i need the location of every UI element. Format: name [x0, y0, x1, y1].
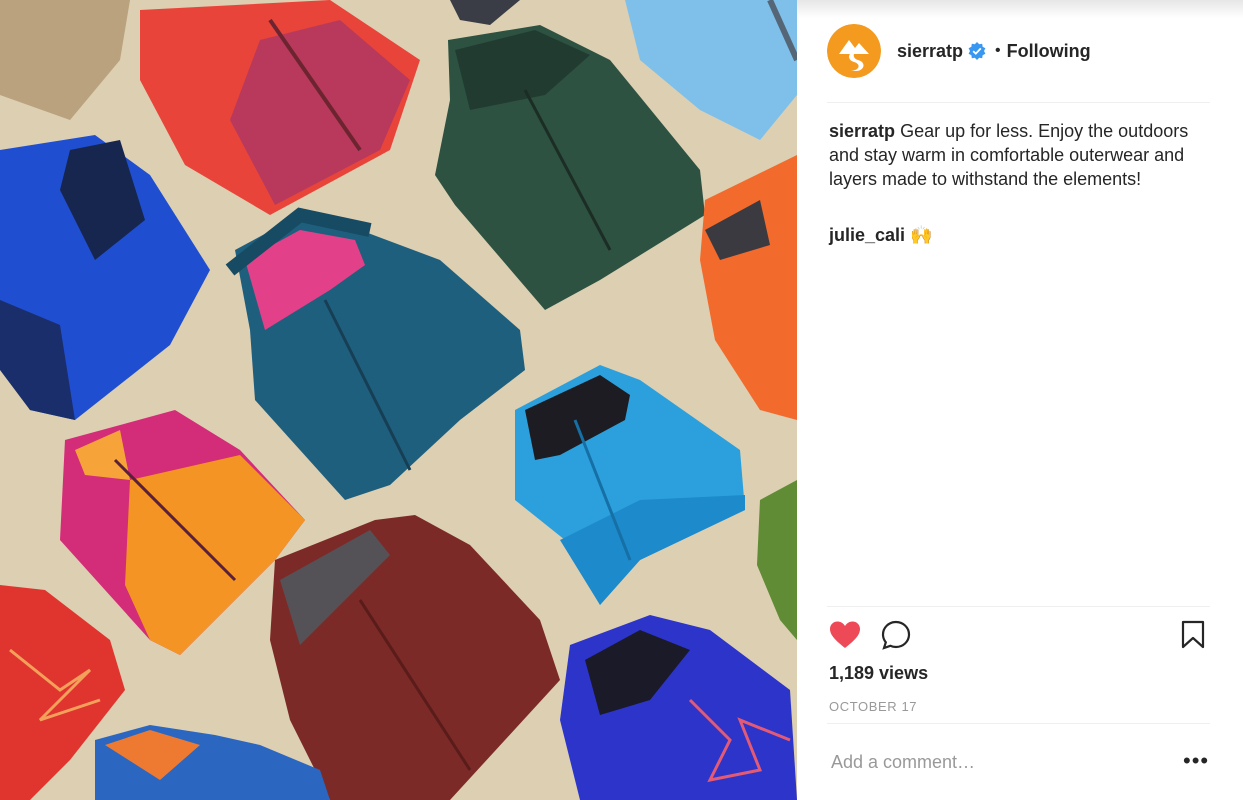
post-actions [829, 620, 1209, 654]
comment-username[interactable]: julie_cali [829, 225, 905, 245]
actions-divider [827, 606, 1210, 607]
verified-badge-icon [968, 42, 986, 60]
post-image[interactable] [0, 0, 797, 800]
bookmark-icon[interactable] [1181, 620, 1205, 650]
more-options-icon[interactable]: ••• [1183, 750, 1209, 772]
post-caption: sierratp Gear up for less. Enjoy the out… [829, 119, 1214, 191]
following-button[interactable]: Following [1007, 41, 1091, 62]
comment-icon[interactable] [881, 620, 911, 650]
post-header: sierratp • Following [827, 22, 1091, 80]
post-detail-panel: sierratp • Following sierratp Gear up fo… [797, 0, 1243, 800]
panel-shadow [797, 0, 1243, 18]
heart-icon[interactable] [829, 620, 861, 650]
comment-text: 🙌 [910, 225, 933, 245]
header-divider [827, 102, 1210, 103]
post-date[interactable]: OCTOBER 17 [829, 699, 917, 714]
post-author-username[interactable]: sierratp [897, 41, 963, 62]
add-comment-input[interactable] [831, 749, 1131, 775]
comment-divider [827, 723, 1210, 724]
view-count[interactable]: 1,189 views [829, 663, 928, 684]
header-separator: • [995, 42, 1001, 59]
jackets-photo [0, 0, 797, 800]
sierra-logo-icon[interactable] [827, 24, 881, 78]
caption-username[interactable]: sierratp [829, 121, 895, 141]
comment-item: julie_cali 🙌 [829, 223, 932, 247]
